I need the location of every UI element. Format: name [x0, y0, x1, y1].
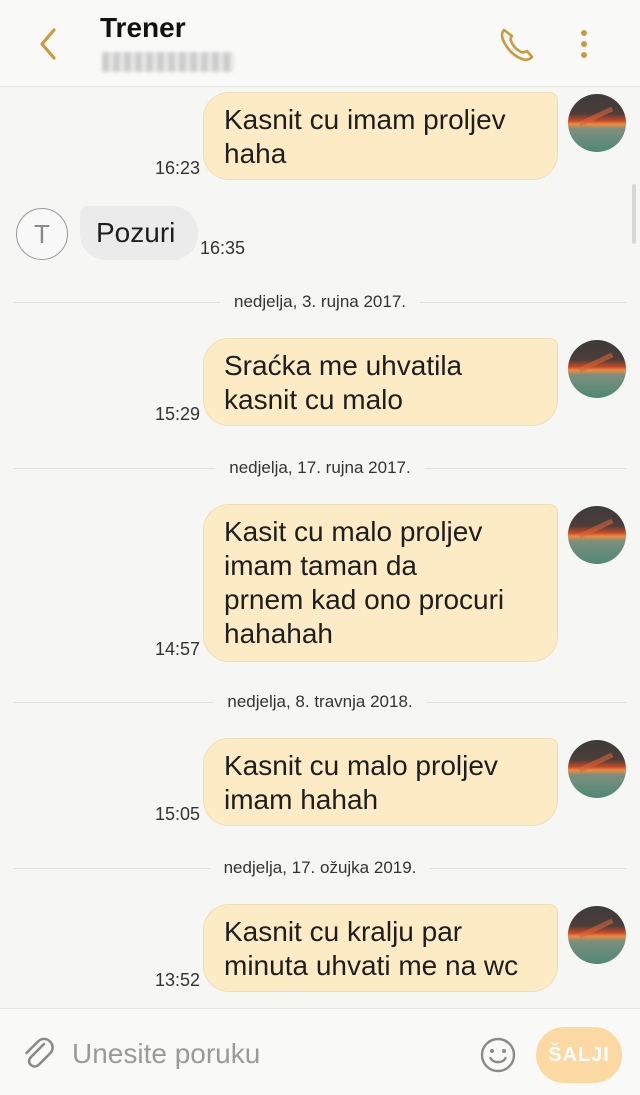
back-button[interactable]: [30, 24, 70, 64]
message-bubble-incoming[interactable]: Pozuri: [80, 206, 198, 260]
date-separator: nedjelja, 17. ožujka 2019.: [14, 858, 626, 878]
message-line: Kasnit cu malo proljev: [224, 750, 498, 781]
more-vertical-icon: [581, 30, 587, 58]
scrollbar[interactable]: [632, 184, 636, 244]
own-avatar[interactable]: [568, 94, 626, 152]
message-line: imam hahah: [224, 784, 379, 815]
date-separator: nedjelja, 8. travnja 2018.: [14, 692, 626, 712]
attach-button[interactable]: [20, 1035, 56, 1071]
message-line: imam taman da: [224, 550, 417, 581]
more-options-button[interactable]: [572, 24, 596, 64]
message-time: 16:23: [154, 158, 200, 178]
message-line: Kasnit cu imam proljev: [224, 104, 506, 135]
phone-icon: [500, 28, 534, 62]
date-separator: nedjelja, 3. rujna 2017.: [14, 292, 626, 312]
message-time: 14:57: [154, 639, 200, 659]
contact-number-blurred: ·········: [102, 52, 234, 72]
message-line: Sraćka me uhvatila: [224, 350, 463, 381]
smiley-icon: [480, 1037, 516, 1073]
date-label: nedjelja, 17. ožujka 2019.: [209, 858, 431, 877]
message-input[interactable]: [70, 1033, 454, 1075]
own-avatar[interactable]: [568, 506, 626, 564]
message-line: Kasnit cu kralju par: [224, 916, 463, 947]
message-bubble-outgoing[interactable]: Sraćka me uhvatila kasnit cu malo: [203, 338, 558, 426]
message-bubble-outgoing[interactable]: Kasnit cu imam proljev haha: [203, 92, 558, 180]
date-label: nedjelja, 3. rujna 2017.: [219, 292, 421, 311]
own-avatar[interactable]: [568, 906, 626, 964]
message-line: minuta uhvati me na wc: [224, 950, 519, 981]
message-bubble-outgoing[interactable]: Kasnit cu kralju par minuta uhvati me na…: [203, 904, 558, 992]
call-button[interactable]: [494, 24, 538, 64]
compose-bar: ŠALJI: [0, 1008, 640, 1095]
message-bubble-outgoing[interactable]: Kasnit cu malo proljev imam hahah: [203, 738, 558, 826]
message-time: 15:29: [154, 404, 200, 424]
message-time: 16:35: [200, 238, 246, 258]
message-line: hahahah: [224, 618, 334, 649]
message-time: 13:52: [154, 970, 200, 990]
date-label: nedjelja, 8. travnja 2018.: [213, 692, 427, 711]
contact-avatar[interactable]: T: [16, 208, 68, 260]
contact-name[interactable]: Trener: [100, 12, 186, 44]
paperclip-icon: [25, 1037, 54, 1068]
message-line: Kasit cu malo proljev: [224, 516, 483, 547]
chevron-left-icon: [40, 28, 56, 60]
date-separator: nedjelja, 17. rujna 2017.: [14, 458, 626, 478]
message-bubble-outgoing[interactable]: Kasit cu malo proljev imam taman da prne…: [203, 504, 558, 662]
message-line: prnem kad ono procuri: [224, 584, 505, 615]
own-avatar[interactable]: [568, 740, 626, 798]
send-button[interactable]: ŠALJI: [536, 1027, 622, 1083]
date-label: nedjelja, 17. rujna 2017.: [215, 458, 425, 477]
message-line: Pozuri: [96, 217, 176, 248]
message-line: kasnit cu malo: [224, 384, 403, 415]
message-time: 15:05: [154, 804, 200, 824]
conversation-header: Trener ·········: [0, 0, 640, 87]
message-list[interactable]: Kasnit cu imam proljev haha 16:23 T Pozu…: [0, 86, 640, 1006]
emoji-button[interactable]: [478, 1035, 518, 1075]
own-avatar[interactable]: [568, 340, 626, 398]
message-line: haha: [224, 138, 287, 169]
